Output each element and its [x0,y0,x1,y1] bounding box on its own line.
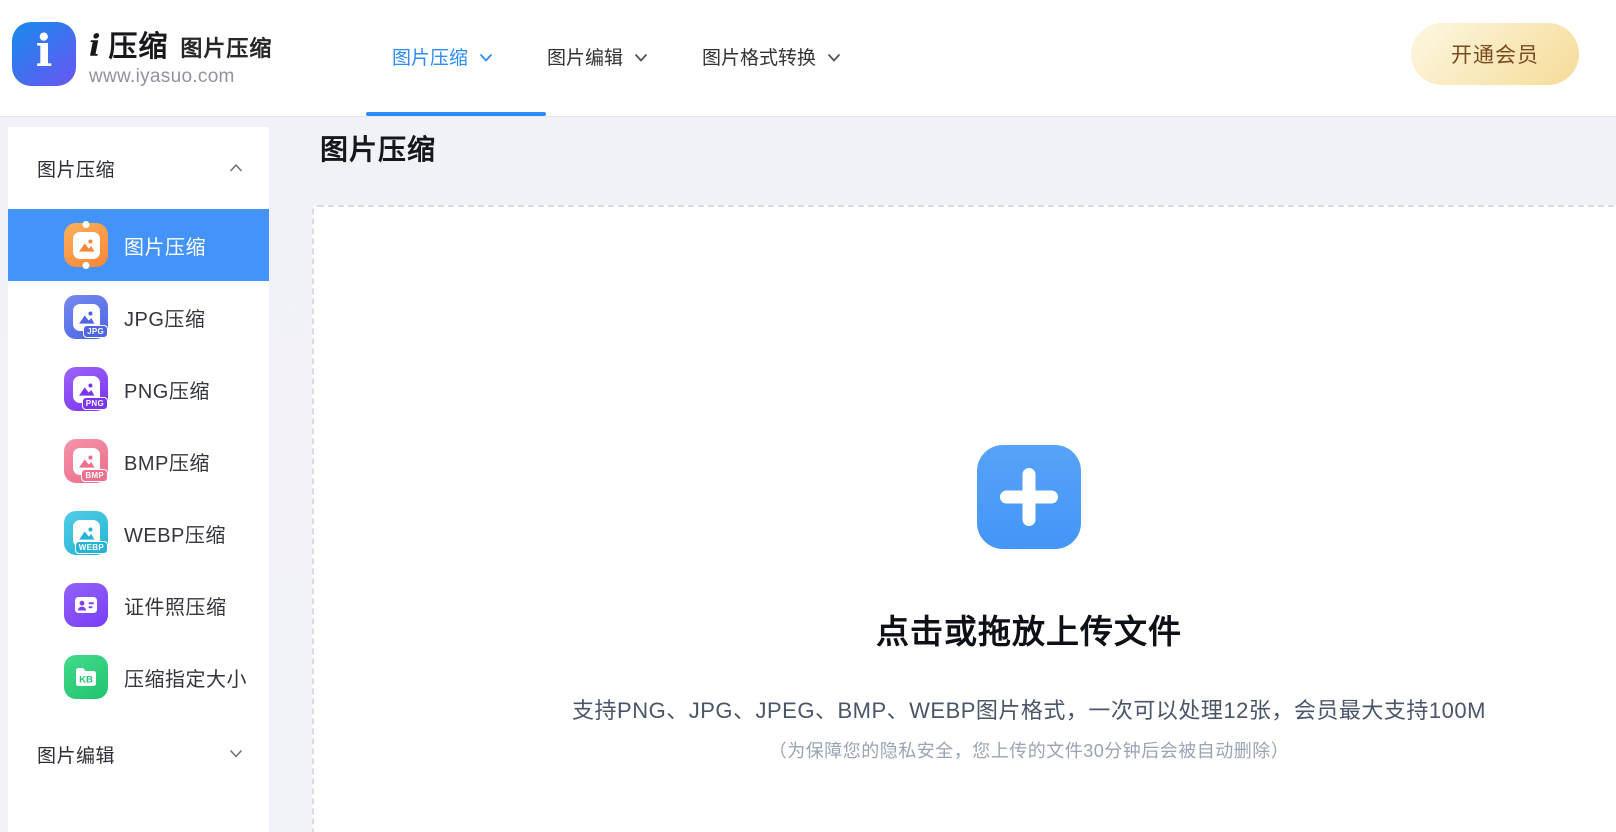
top-header: i i 压缩 图片压缩 www.iyasuo.com 图片压缩 图片编辑 图片格… [0,0,1616,116]
sidebar-item-bmp-compress[interactable]: BMP BMP压缩 [8,425,269,497]
sidebar-item-label: WEBP压缩 [124,524,226,547]
sidebar-item-idphoto-compress[interactable]: 证件照压缩 [8,569,269,641]
active-tab-underline [366,112,546,116]
format-badge: JPG [83,325,108,338]
open-vip-button[interactable]: 开通会员 [1411,23,1579,85]
sidebar-item-compress-to-size[interactable]: KB 压缩指定大小 [8,641,269,713]
sidebar-item-png-compress[interactable]: PNG PNG压缩 [8,353,269,425]
chevron-down-icon [827,53,841,63]
upload-heading: 点击或拖放上传文件 [876,613,1182,650]
chevron-down-icon [229,749,243,759]
section-label: 图片编辑 [37,745,116,767]
id-photo-icon [64,583,108,627]
upload-support-text: 支持PNG、JPG、JPEG、BMP、WEBP图片格式，一次可以处理12张，会员… [572,698,1486,723]
png-compress-icon: PNG [64,367,108,411]
upload-dropzone[interactable]: 点击或拖放上传文件 支持PNG、JPG、JPEG、BMP、WEBP图片格式，一次… [312,205,1616,832]
nav-tab-label: 图片编辑 [547,47,624,69]
section-label: 图片压缩 [37,159,116,181]
nav-tab-format-convert[interactable]: 图片格式转换 [702,43,841,70]
logo-icon: i [12,22,76,86]
upload-privacy-note: （为保障您的隐私安全，您上传的文件30分钟后会被自动删除） [768,741,1290,761]
sidebar-item-label: 压缩指定大小 [124,668,247,691]
plus-icon [1000,468,1058,526]
logo-text: i 压缩 图片压缩 www.iyasuo.com [89,22,272,88]
webp-compress-icon: WEBP [64,511,108,555]
sidebar-item-label: BMP压缩 [124,452,210,475]
sidebar-item-label: JPG压缩 [124,308,206,331]
sidebar-item-label: 证件照压缩 [124,596,227,619]
nav-tab-image-compress[interactable]: 图片压缩 [392,43,493,70]
sidebar-section-image-edit[interactable]: 图片编辑 [8,713,269,795]
bmp-compress-icon: BMP [64,439,108,483]
chevron-down-icon [634,53,648,63]
image-compress-icon [64,221,108,269]
format-badge: BMP [81,469,108,482]
kb-folder-icon: KB [64,655,108,699]
format-badge: PNG [81,397,108,410]
sidebar: 图片压缩 图片压缩 JPG JPG压缩 PNG PNG压缩 BMP BMP压缩 … [8,127,269,832]
jpg-compress-icon: JPG [64,295,108,339]
nav-tab-label: 图片格式转换 [702,47,817,69]
brand-subtitle: 图片压缩 [180,36,273,61]
chevron-up-icon [229,163,243,173]
main-nav: 图片压缩 图片编辑 图片格式转换 [392,0,841,112]
sidebar-item-image-compress[interactable]: 图片压缩 [8,209,269,281]
chevron-down-icon [479,53,493,63]
svg-text:KB: KB [79,675,93,686]
logo-letter: i [35,26,53,77]
sidebar-item-label: PNG压缩 [124,380,210,403]
format-badge: WEBP [74,541,108,554]
brand-name: 压缩 [108,31,169,63]
sidebar-item-jpg-compress[interactable]: JPG JPG压缩 [8,281,269,353]
nav-tab-image-edit[interactable]: 图片编辑 [547,43,648,70]
sidebar-item-label: 图片压缩 [124,236,206,259]
sidebar-section-image-compress[interactable]: 图片压缩 [8,127,269,209]
site-url: www.iyasuo.com [89,66,235,87]
add-files-button[interactable] [977,445,1081,549]
sidebar-item-webp-compress[interactable]: WEBP WEBP压缩 [8,497,269,569]
brand-i: i [89,29,101,64]
page-title: 图片压缩 [320,134,437,165]
site-logo[interactable]: i i 压缩 图片压缩 www.iyasuo.com [12,22,272,88]
nav-tab-label: 图片压缩 [392,47,469,69]
